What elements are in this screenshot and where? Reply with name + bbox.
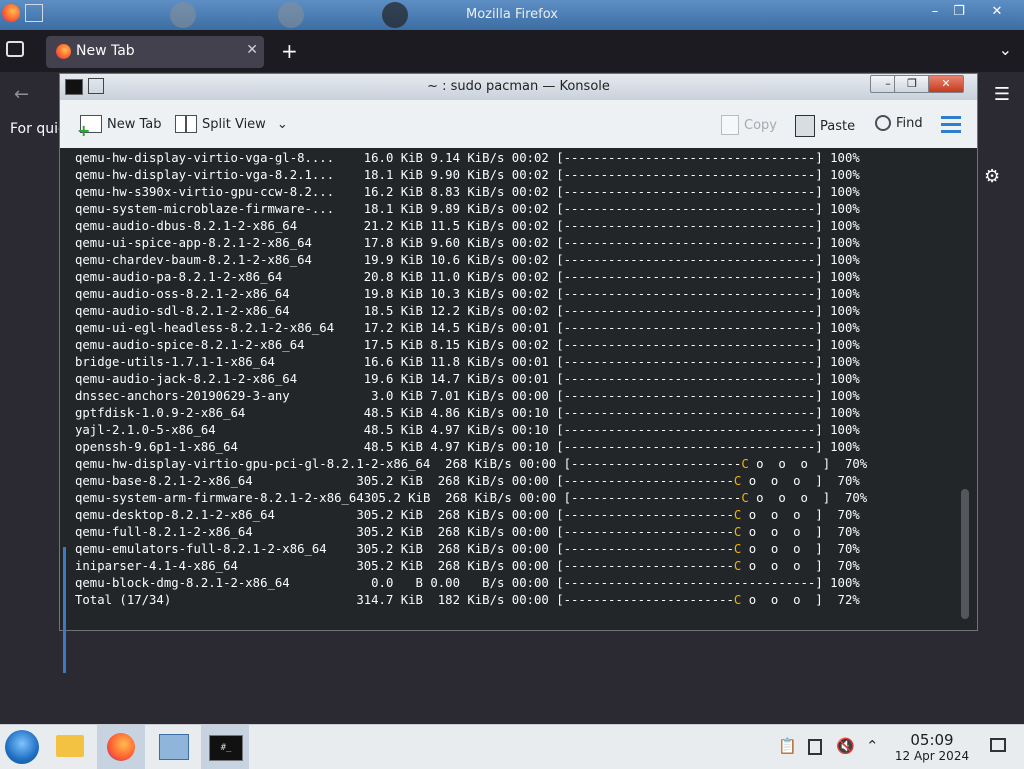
maximize-button[interactable]: ❐ [894, 75, 930, 93]
start-menu-icon [5, 730, 39, 764]
progress-pacman-char: C [733, 593, 742, 607]
terminal-line: qemu-audio-jack-8.2.1-2-x86_64 19.6 KiB … [75, 372, 860, 386]
new-tab-button[interactable]: + [281, 39, 298, 63]
notes-icon[interactable] [808, 739, 822, 755]
terminal-output[interactable]: qemu-hw-display-virtio-vga-gl-8.... 16.0… [60, 149, 961, 673]
terminal-scrollbar[interactable] [961, 149, 969, 619]
terminal-line: qemu-hw-display-virtio-vga-8.2.1... 18.1… [75, 168, 860, 182]
terminal-line: qemu-system-microblaze-firmware-... 18.1… [75, 202, 860, 216]
maximize-button[interactable]: ❐ [947, 3, 971, 21]
scrollbar-thumb[interactable] [961, 489, 969, 619]
konsole-window-title: ~ : sudo pacman — Konsole [427, 79, 610, 94]
quick-links-text: For quic [10, 121, 66, 137]
terminal-line: gptfdisk-1.0.9-2-x86_64 48.5 KiB 4.86 Ki… [75, 406, 860, 420]
terminal-line: qemu-system-arm-firmware-8.2.1-2-x86_643… [75, 491, 868, 505]
firefox-titlebar: Mozilla Firefox – ❐ ✕ [0, 0, 1024, 30]
split-view-button[interactable]: Split View ⌄ [175, 115, 288, 133]
tab-close-icon[interactable]: ✕ [246, 42, 258, 58]
find-button[interactable]: Find [875, 115, 923, 131]
close-button[interactable]: ✕ [985, 3, 1009, 21]
konsole-titlebar: ~ : sudo pacman — Konsole – ❐ ✕ [60, 74, 977, 100]
terminal-line: qemu-block-dmg-8.2.1-2-x86_64 0.0 B 0.00… [75, 576, 860, 590]
progress-pacman-char: C [733, 508, 742, 522]
terminal-line: qemu-audio-dbus-8.2.1-2-x86_64 21.2 KiB … [75, 219, 860, 233]
progress-pacman-char: C [741, 457, 749, 471]
copy-button[interactable]: Copy [721, 115, 777, 135]
clock[interactable]: 05:09 12 Apr 2024 [890, 732, 974, 764]
terminal-line: qemu-audio-spice-8.2.1-2-x86_64 17.5 KiB… [75, 338, 860, 352]
progress-pacman-char: C [733, 474, 742, 488]
firefox-tabbar: New Tab ✕ [0, 30, 1024, 72]
new-tab-icon [77, 115, 102, 140]
terminal-line: qemu-audio-oss-8.2.1-2-x86_64 19.8 KiB 1… [75, 287, 860, 301]
terminal-line: qemu-hw-display-virtio-vga-gl-8.... 16.0… [75, 151, 860, 165]
hamburger-menu-icon[interactable]: ☰ [994, 84, 1010, 105]
terminal-line: qemu-audio-sdl-8.2.1-2-x86_64 18.5 KiB 1… [75, 304, 860, 318]
show-desktop-icon[interactable] [990, 738, 1006, 752]
clipboard-icon[interactable]: 📋 [778, 737, 797, 755]
firefox-favicon-icon [56, 44, 71, 59]
firefox-icon [107, 733, 135, 761]
terminal-line: iniparser-4.1-4-x86_64 305.2 KiB 268 KiB… [75, 559, 860, 573]
tab-label: New Tab [76, 43, 135, 59]
hamburger-menu-icon[interactable] [941, 116, 961, 137]
copy-label: Copy [744, 117, 777, 133]
terminal-line: qemu-chardev-baum-8.2.1-2-x86_64 19.9 Ki… [75, 253, 860, 267]
clock-time: 05:09 [910, 731, 954, 749]
progress-pacman-char: C [733, 542, 742, 556]
tab-new-tab[interactable]: New Tab ✕ [46, 36, 264, 68]
new-tab-button[interactable]: New Tab [77, 115, 162, 140]
paste-button[interactable]: Paste [795, 115, 855, 137]
taskbar-firefox[interactable] [97, 725, 145, 769]
system-settings-icon [159, 734, 189, 760]
start-button[interactable] [0, 725, 48, 769]
volume-muted-icon[interactable]: 🔇 [836, 737, 855, 755]
minimize-button[interactable]: – [923, 3, 947, 21]
konsole-window: ~ : sudo pacman — Konsole – ❐ ✕ New Tab … [59, 73, 978, 673]
taskbar-system-settings[interactable] [149, 725, 197, 769]
progress-pacman-char: C [733, 525, 742, 539]
terminal-line: qemu-desktop-8.2.1-2-x86_64 305.2 KiB 26… [75, 508, 860, 522]
terminal-line: qemu-ui-egl-headless-8.2.1-2-x86_64 17.2… [75, 321, 860, 335]
list-all-tabs-icon[interactable] [6, 41, 24, 57]
taskbar: #_ 📋 🔇 ⌃ 05:09 12 Apr 2024 [0, 724, 1024, 769]
split-view-label: Split View [202, 116, 266, 132]
terminal-line: qemu-full-8.2.1-2-x86_64 305.2 KiB 268 K… [75, 525, 860, 539]
terminal-text: qemu-hw-display-virtio-vga-gl-8.... 16.0… [75, 150, 867, 609]
copy-icon [721, 115, 739, 135]
terminal-icon: #_ [209, 735, 243, 761]
chevron-down-icon: ⌄ [276, 116, 288, 132]
close-button[interactable]: ✕ [928, 75, 964, 93]
terminal-line: bridge-utils-1.7.1-1-x86_64 16.6 KiB 11.… [75, 355, 860, 369]
folder-icon [56, 735, 84, 757]
new-tab-label: New Tab [107, 116, 162, 132]
selection-marker [63, 547, 66, 673]
terminal-line: qemu-hw-s390x-virtio-gpu-ccw-8.2... 16.2… [75, 185, 860, 199]
taskbar-konsole[interactable]: #_ [201, 725, 249, 769]
gear-icon[interactable]: ⚙ [984, 166, 1000, 187]
terminal-line: Total (17/34) 314.7 KiB 182 KiB/s 00:00 … [75, 593, 860, 607]
taskbar-file-manager[interactable] [46, 725, 94, 769]
progress-pacman-char: C [741, 491, 749, 505]
terminal-line: qemu-hw-display-virtio-gpu-pci-gl-8.2.1-… [75, 457, 868, 471]
back-button[interactable]: ← [14, 84, 29, 105]
paste-label: Paste [820, 118, 856, 134]
paste-icon [795, 115, 815, 137]
terminal-line: qemu-emulators-full-8.2.1-2-x86_64 305.2… [75, 542, 860, 556]
find-label: Find [896, 115, 923, 131]
terminal-line: dnssec-anchors-20190629-3-any 3.0 KiB 7.… [75, 389, 860, 403]
chevron-up-icon[interactable]: ⌃ [866, 737, 879, 755]
search-icon [875, 115, 891, 131]
progress-pacman-char: C [733, 559, 742, 573]
terminal-line: yajl-2.1.0-5-x86_64 48.5 KiB 4.97 KiB/s … [75, 423, 860, 437]
clock-date: 12 Apr 2024 [894, 749, 970, 763]
terminal-line: qemu-ui-spice-app-8.2.1-2-x86_64 17.8 Ki… [75, 236, 860, 250]
chevron-down-icon[interactable]: ⌄ [999, 40, 1012, 59]
terminal-line: openssh-9.6p1-1-x86_64 48.5 KiB 4.97 KiB… [75, 440, 860, 454]
konsole-toolbar: New Tab Split View ⌄ Copy Paste Find [60, 100, 977, 148]
terminal-line: qemu-base-8.2.1-2-x86_64 305.2 KiB 268 K… [75, 474, 860, 488]
window-title: Mozilla Firefox [466, 7, 558, 22]
split-view-icon [175, 115, 197, 133]
terminal-line: qemu-audio-pa-8.2.1-2-x86_64 20.8 KiB 11… [75, 270, 860, 284]
